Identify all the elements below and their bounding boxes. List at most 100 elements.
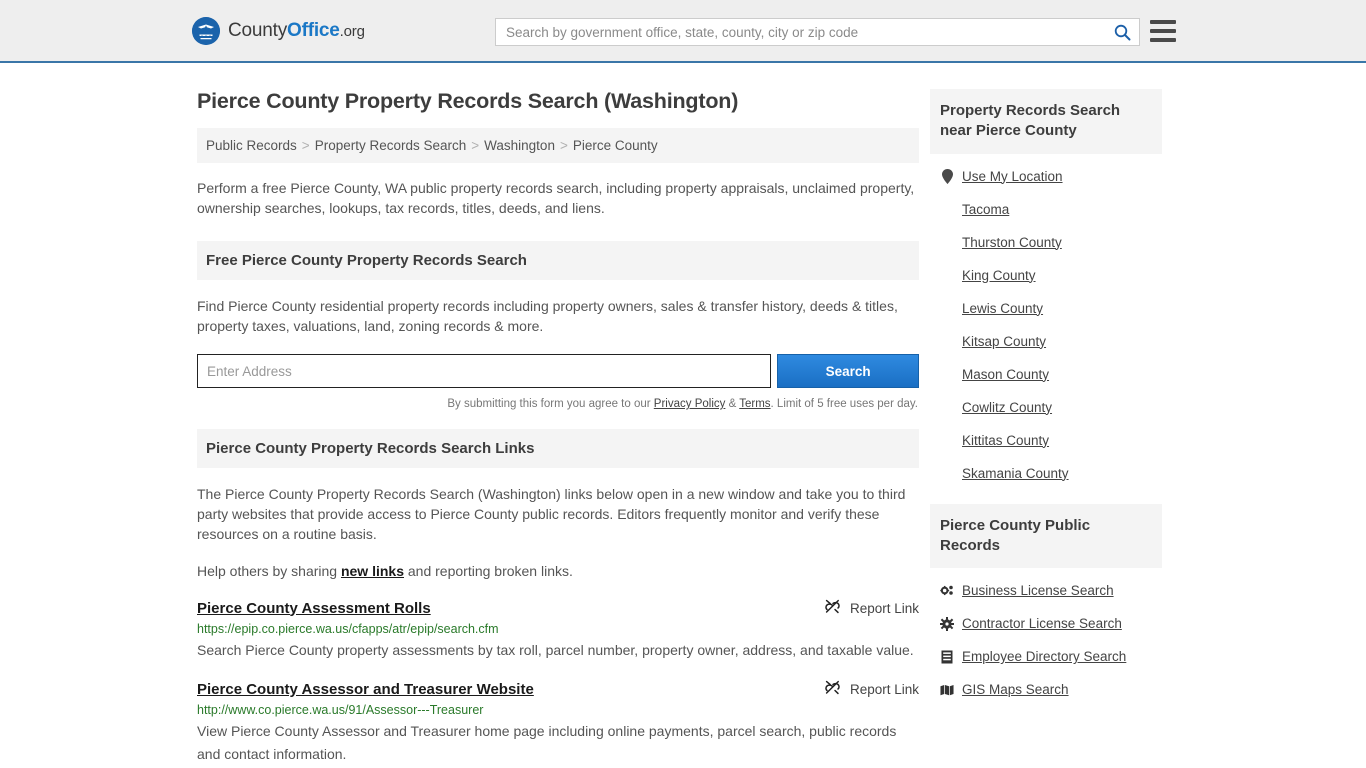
- logo-text-county: County: [228, 19, 288, 41]
- eagle-shield-icon: [192, 16, 220, 45]
- sidebar-link-label[interactable]: King County: [962, 268, 1036, 283]
- sidebar-link-label[interactable]: Thurston County: [962, 235, 1062, 250]
- breadcrumb-item-washington[interactable]: Washington: [484, 138, 555, 153]
- sidebar-item-skamania-county[interactable]: Skamania County: [930, 457, 1162, 490]
- hamburger-bar: [1150, 38, 1176, 42]
- sidebar-item-employee-directory-search[interactable]: Employee Directory Search: [930, 640, 1162, 673]
- free-search-body: Find Pierce County residential property …: [197, 296, 919, 413]
- sidebar-item-contractor-license-search[interactable]: Contractor License Search: [930, 607, 1162, 640]
- terms-link[interactable]: Terms: [739, 398, 770, 410]
- bullet-spacer: [940, 367, 954, 381]
- broken-link-icon: [824, 680, 841, 698]
- public-records-heading: Pierce County Public Records: [930, 503, 1162, 568]
- sidebar-link-label[interactable]: Tacoma: [962, 202, 1009, 217]
- bullet-spacer: [940, 268, 954, 282]
- note-prefix: By submitting this form you agree to our: [447, 398, 654, 411]
- bullet-spacer: [940, 466, 954, 480]
- global-search-box[interactable]: [495, 18, 1140, 46]
- free-search-description: Find Pierce County residential property …: [197, 297, 898, 334]
- address-input[interactable]: [197, 354, 772, 389]
- form-legal-note: By submitting this form you agree to our…: [197, 396, 919, 413]
- logo-wordmark: CountyOffice.org: [228, 20, 365, 42]
- breadcrumb: Public Records > Property Records Search > W…: [197, 128, 919, 163]
- hamburger-menu-icon[interactable]: [1150, 20, 1176, 42]
- address-search-form: Search: [197, 354, 919, 389]
- breadcrumb-item-pierce-county[interactable]: Pierce County: [573, 138, 658, 153]
- free-search-heading: Free Pierce County Property Records Sear…: [197, 240, 919, 280]
- hamburger-bar: [1150, 20, 1176, 24]
- nearby-search-heading: Property Records Search near Pierce Coun…: [930, 89, 1162, 154]
- logo-text-tld: .org: [339, 22, 365, 40]
- record-link-description: View Pierce County Assessor and Treasure…: [197, 723, 897, 763]
- note-amp: &: [725, 398, 740, 411]
- report-link-label: Report Link: [849, 681, 919, 697]
- sidebar-link-label[interactable]: Cowlitz County: [962, 400, 1052, 415]
- search-input[interactable]: [496, 19, 1105, 45]
- breadcrumb-item-public-records[interactable]: Public Records: [206, 138, 297, 153]
- record-link-url: http://www.co.pierce.wa.us/91/Assessor--…: [197, 703, 484, 718]
- sidebar-item-kittitas-county[interactable]: Kittitas County: [930, 424, 1162, 457]
- report-link-button[interactable]: Report Link: [824, 599, 919, 617]
- cogs-icon: [940, 584, 954, 598]
- sidebar-link-label[interactable]: Use My Location: [962, 169, 1063, 184]
- sidebar-link-label[interactable]: GIS Maps Search: [962, 682, 1069, 697]
- links-section-paragraph: The Pierce County Property Records Searc…: [197, 485, 906, 543]
- main-content: Pierce County Property Records Search (W…: [197, 63, 919, 766]
- breadcrumb-separator: >: [301, 138, 310, 153]
- search-button[interactable]: Search: [777, 354, 919, 389]
- page-title: Pierce County Property Records Search (W…: [197, 89, 739, 113]
- bullet-spacer: [940, 433, 954, 447]
- sidebar: Property Records Search near Pierce Coun…: [930, 63, 1162, 766]
- note-suffix: . Limit of 5 free uses per day.: [770, 398, 918, 411]
- site-header: CountyOffice.org: [0, 0, 1366, 63]
- sidebar-link-label[interactable]: Business License Search: [962, 583, 1114, 598]
- report-link-button[interactable]: Report Link: [824, 680, 919, 698]
- record-link-description: Search Pierce County property assessment…: [197, 642, 914, 659]
- sidebar-item-tacoma[interactable]: Tacoma: [930, 193, 1162, 226]
- sidebar-link-label[interactable]: Kittitas County: [962, 433, 1049, 448]
- sidebar-item-mason-county[interactable]: Mason County: [930, 358, 1162, 391]
- breadcrumb-separator: >: [471, 138, 480, 153]
- bullet-spacer: [940, 400, 954, 414]
- sidebar-item-use-my-location[interactable]: Use My Location: [930, 160, 1162, 193]
- public-records-box: Pierce County Public Records Business Li…: [930, 503, 1162, 707]
- sidebar-link-label[interactable]: Employee Directory Search: [962, 649, 1126, 664]
- map-pin-icon: [940, 168, 954, 184]
- sidebar-link-label[interactable]: Contractor License Search: [962, 616, 1122, 631]
- sidebar-link-label[interactable]: Lewis County: [962, 301, 1043, 316]
- new-links-link[interactable]: new links: [341, 563, 404, 579]
- broken-link-icon: [824, 599, 841, 617]
- record-link-title[interactable]: Pierce County Assessment Rolls: [197, 600, 431, 617]
- page-body: Pierce County Property Records Search (W…: [0, 63, 1366, 766]
- bullet-spacer: [940, 235, 954, 249]
- links-section-body: The Pierce County Property Records Searc…: [197, 484, 919, 581]
- sidebar-item-king-county[interactable]: King County: [930, 259, 1162, 292]
- sidebar-item-business-license-search[interactable]: Business License Search: [930, 574, 1162, 607]
- breadcrumb-item-property-records-search[interactable]: Property Records Search: [315, 138, 467, 153]
- privacy-policy-link[interactable]: Privacy Policy: [654, 398, 726, 410]
- report-link-label: Report Link: [849, 600, 919, 616]
- map-icon: [940, 683, 954, 697]
- sidebar-item-kitsap-county[interactable]: Kitsap County: [930, 325, 1162, 358]
- sidebar-link-label[interactable]: Skamania County: [962, 466, 1069, 481]
- bullet-spacer: [940, 301, 954, 315]
- list-item: Pierce County Assessor and Treasurer Web…: [197, 680, 919, 766]
- sidebar-item-cowlitz-county[interactable]: Cowlitz County: [930, 391, 1162, 424]
- bullet-spacer: [940, 334, 954, 348]
- sidebar-item-gis-maps-search[interactable]: GIS Maps Search: [930, 673, 1162, 706]
- sidebar-item-lewis-county[interactable]: Lewis County: [930, 292, 1162, 325]
- breadcrumb-separator: >: [559, 138, 568, 153]
- public-records-list: Business License Search Contractor Licen…: [930, 568, 1162, 706]
- record-link-title[interactable]: Pierce County Assessor and Treasurer Web…: [197, 681, 534, 698]
- record-link-url: https://epip.co.pierce.wa.us/cfapps/atr/…: [197, 622, 499, 637]
- site-logo[interactable]: CountyOffice.org: [192, 16, 365, 45]
- nearby-search-list: Use My Location Tacoma Thurston County K…: [930, 154, 1162, 490]
- hamburger-bar: [1150, 29, 1176, 33]
- sidebar-item-thurston-county[interactable]: Thurston County: [930, 226, 1162, 259]
- sidebar-link-label[interactable]: Mason County: [962, 367, 1049, 382]
- page-intro-text: Perform a free Pierce County, WA public …: [197, 180, 915, 217]
- search-icon[interactable]: [1105, 19, 1139, 45]
- help-suffix: and reporting broken links.: [404, 562, 573, 579]
- sidebar-link-label[interactable]: Kitsap County: [962, 334, 1046, 349]
- gear-icon: [940, 616, 954, 631]
